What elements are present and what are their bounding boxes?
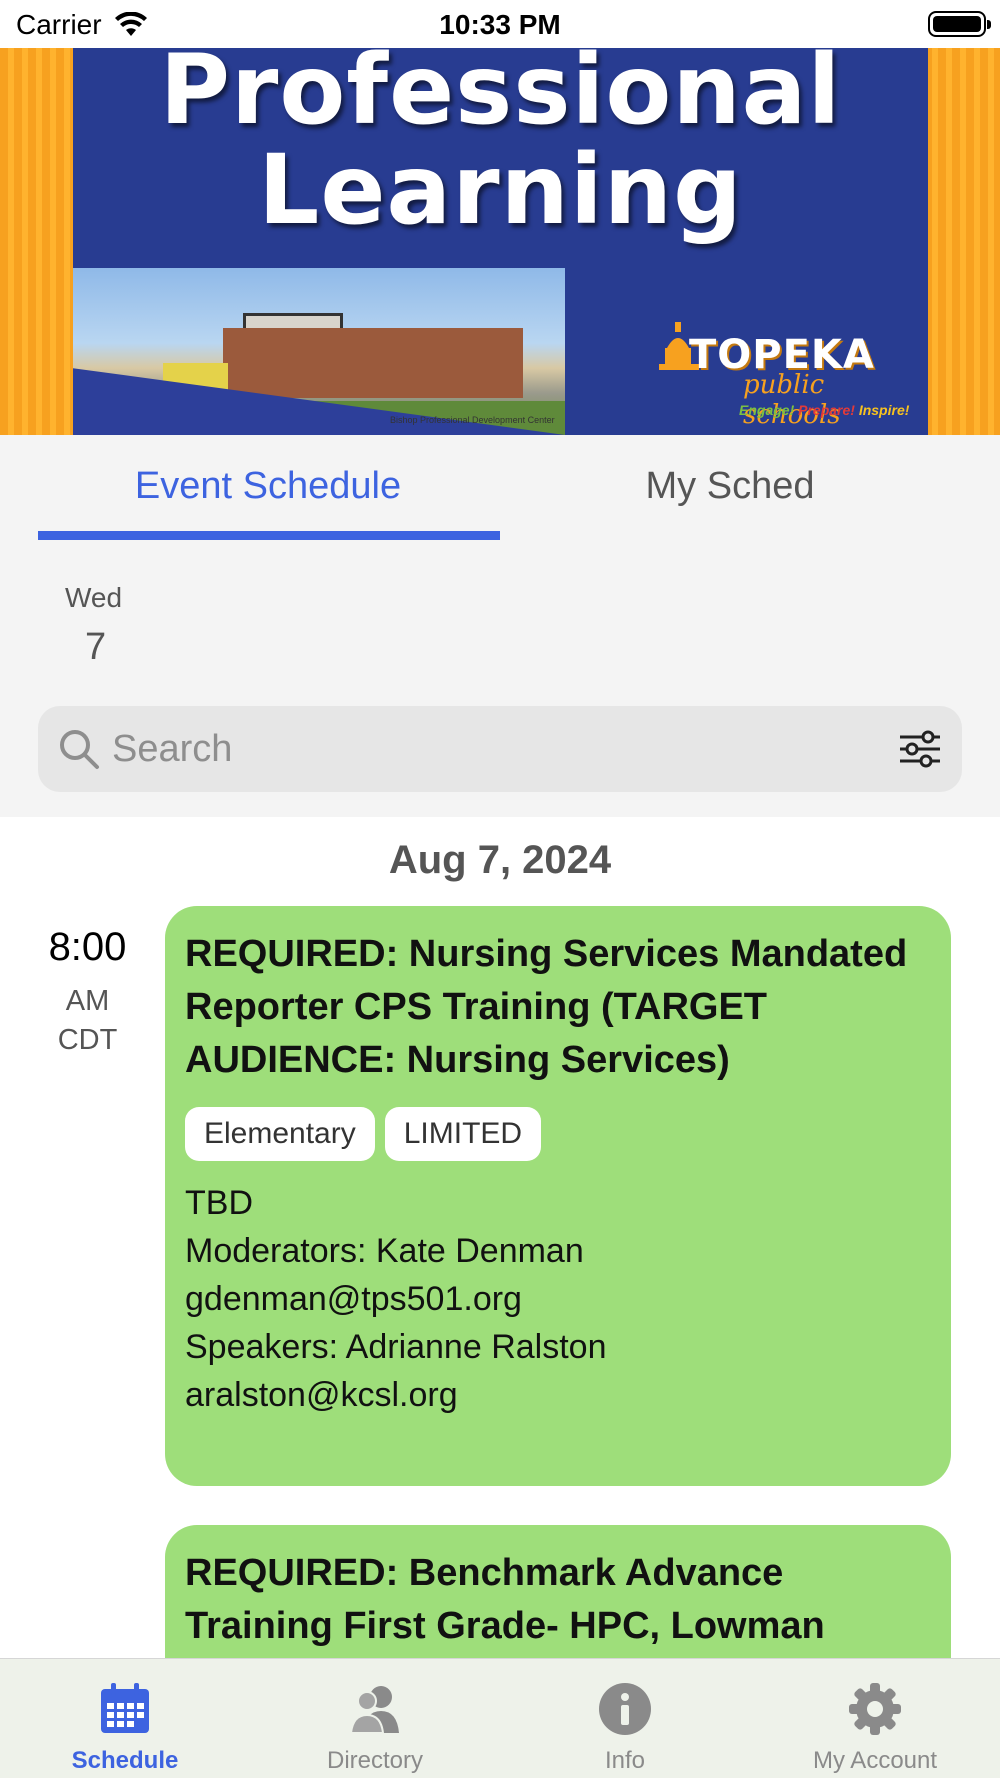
logo-subtitle: public schools bbox=[743, 370, 841, 430]
battery-icon bbox=[928, 11, 991, 37]
time-label: 8:00 AM CDT bbox=[30, 925, 145, 1060]
status-time: 10:33 PM bbox=[439, 9, 561, 40]
bottom-tab-bar: Schedule Directory Info My Account bbox=[0, 1658, 1000, 1778]
event-tag: LIMITED bbox=[384, 1107, 542, 1161]
logo-tagline: Engage! Prepare! Inspire! bbox=[739, 402, 910, 418]
filter-icon[interactable] bbox=[898, 729, 942, 769]
time-ampm: AM bbox=[65, 985, 110, 1017]
search-input[interactable] bbox=[112, 726, 872, 772]
day-number: 7 bbox=[85, 626, 107, 668]
banner-title-line1: Professional bbox=[159, 48, 842, 146]
event-moderator-email: gdenman@tps501.org bbox=[185, 1280, 522, 1318]
event-speakers: Speakers: Adrianne Ralston bbox=[185, 1328, 607, 1366]
search-icon bbox=[60, 730, 99, 769]
event-moderators: Moderators: Kate Denman bbox=[185, 1232, 584, 1270]
gear-icon bbox=[849, 1683, 901, 1735]
active-tab-indicator bbox=[38, 531, 500, 540]
info-icon bbox=[599, 1683, 651, 1735]
event-title: REQUIRED: Nursing Services Mandated Repo… bbox=[185, 933, 908, 1081]
tab-label: Info bbox=[604, 1747, 646, 1774]
tab-label: My Account bbox=[812, 1747, 938, 1774]
tab-my-schedule[interactable]: My Sched bbox=[500, 465, 960, 508]
banner-panel: Professional Learning Bishop Professiona… bbox=[73, 48, 928, 435]
day-picker-item[interactable]: Wed 7 bbox=[65, 582, 135, 669]
event-location: TBD bbox=[185, 1184, 253, 1222]
tab-my-account[interactable]: My Account bbox=[750, 1659, 1000, 1778]
photo-caption: Bishop Professional Development Center bbox=[390, 415, 555, 425]
calendar-icon bbox=[101, 1683, 149, 1733]
event-speaker-email: aralston@kcsl.org bbox=[185, 1376, 458, 1414]
topeka-logo: TOPEKA public schools Engage! Prepare! I… bbox=[653, 318, 913, 430]
tab-directory[interactable]: Directory bbox=[250, 1659, 500, 1778]
time-zone: CDT bbox=[57, 1024, 118, 1057]
event-tags: Elementary LIMITED bbox=[185, 1107, 931, 1161]
search-bar bbox=[38, 706, 962, 792]
event-card[interactable]: REQUIRED: Nursing Services Mandated Repo… bbox=[165, 906, 951, 1486]
event-title: REQUIRED: Benchmark Advance Training Fir… bbox=[185, 1552, 825, 1647]
tab-label: Directory bbox=[326, 1747, 423, 1774]
schedule-controls: Event Schedule My Sched Wed 7 bbox=[0, 435, 1000, 817]
building-photo: Bishop Professional Development Center bbox=[73, 268, 565, 435]
event-tag: Elementary bbox=[185, 1107, 375, 1161]
day-name: Wed bbox=[65, 582, 123, 613]
tab-event-schedule[interactable]: Event Schedule bbox=[38, 465, 498, 508]
tab-info[interactable]: Info bbox=[500, 1659, 750, 1778]
hero-banner: Professional Learning Bishop Professiona… bbox=[0, 48, 1000, 435]
status-bar: Carrier 10:33 PM bbox=[0, 0, 1000, 48]
date-section-header: Aug 7, 2024 bbox=[388, 838, 612, 882]
banner-title-line2: Learning bbox=[258, 134, 743, 246]
people-icon bbox=[349, 1686, 399, 1734]
time-hour: 8:00 bbox=[48, 925, 127, 969]
tab-schedule[interactable]: Schedule bbox=[0, 1659, 250, 1778]
tab-label: Schedule bbox=[71, 1747, 179, 1774]
